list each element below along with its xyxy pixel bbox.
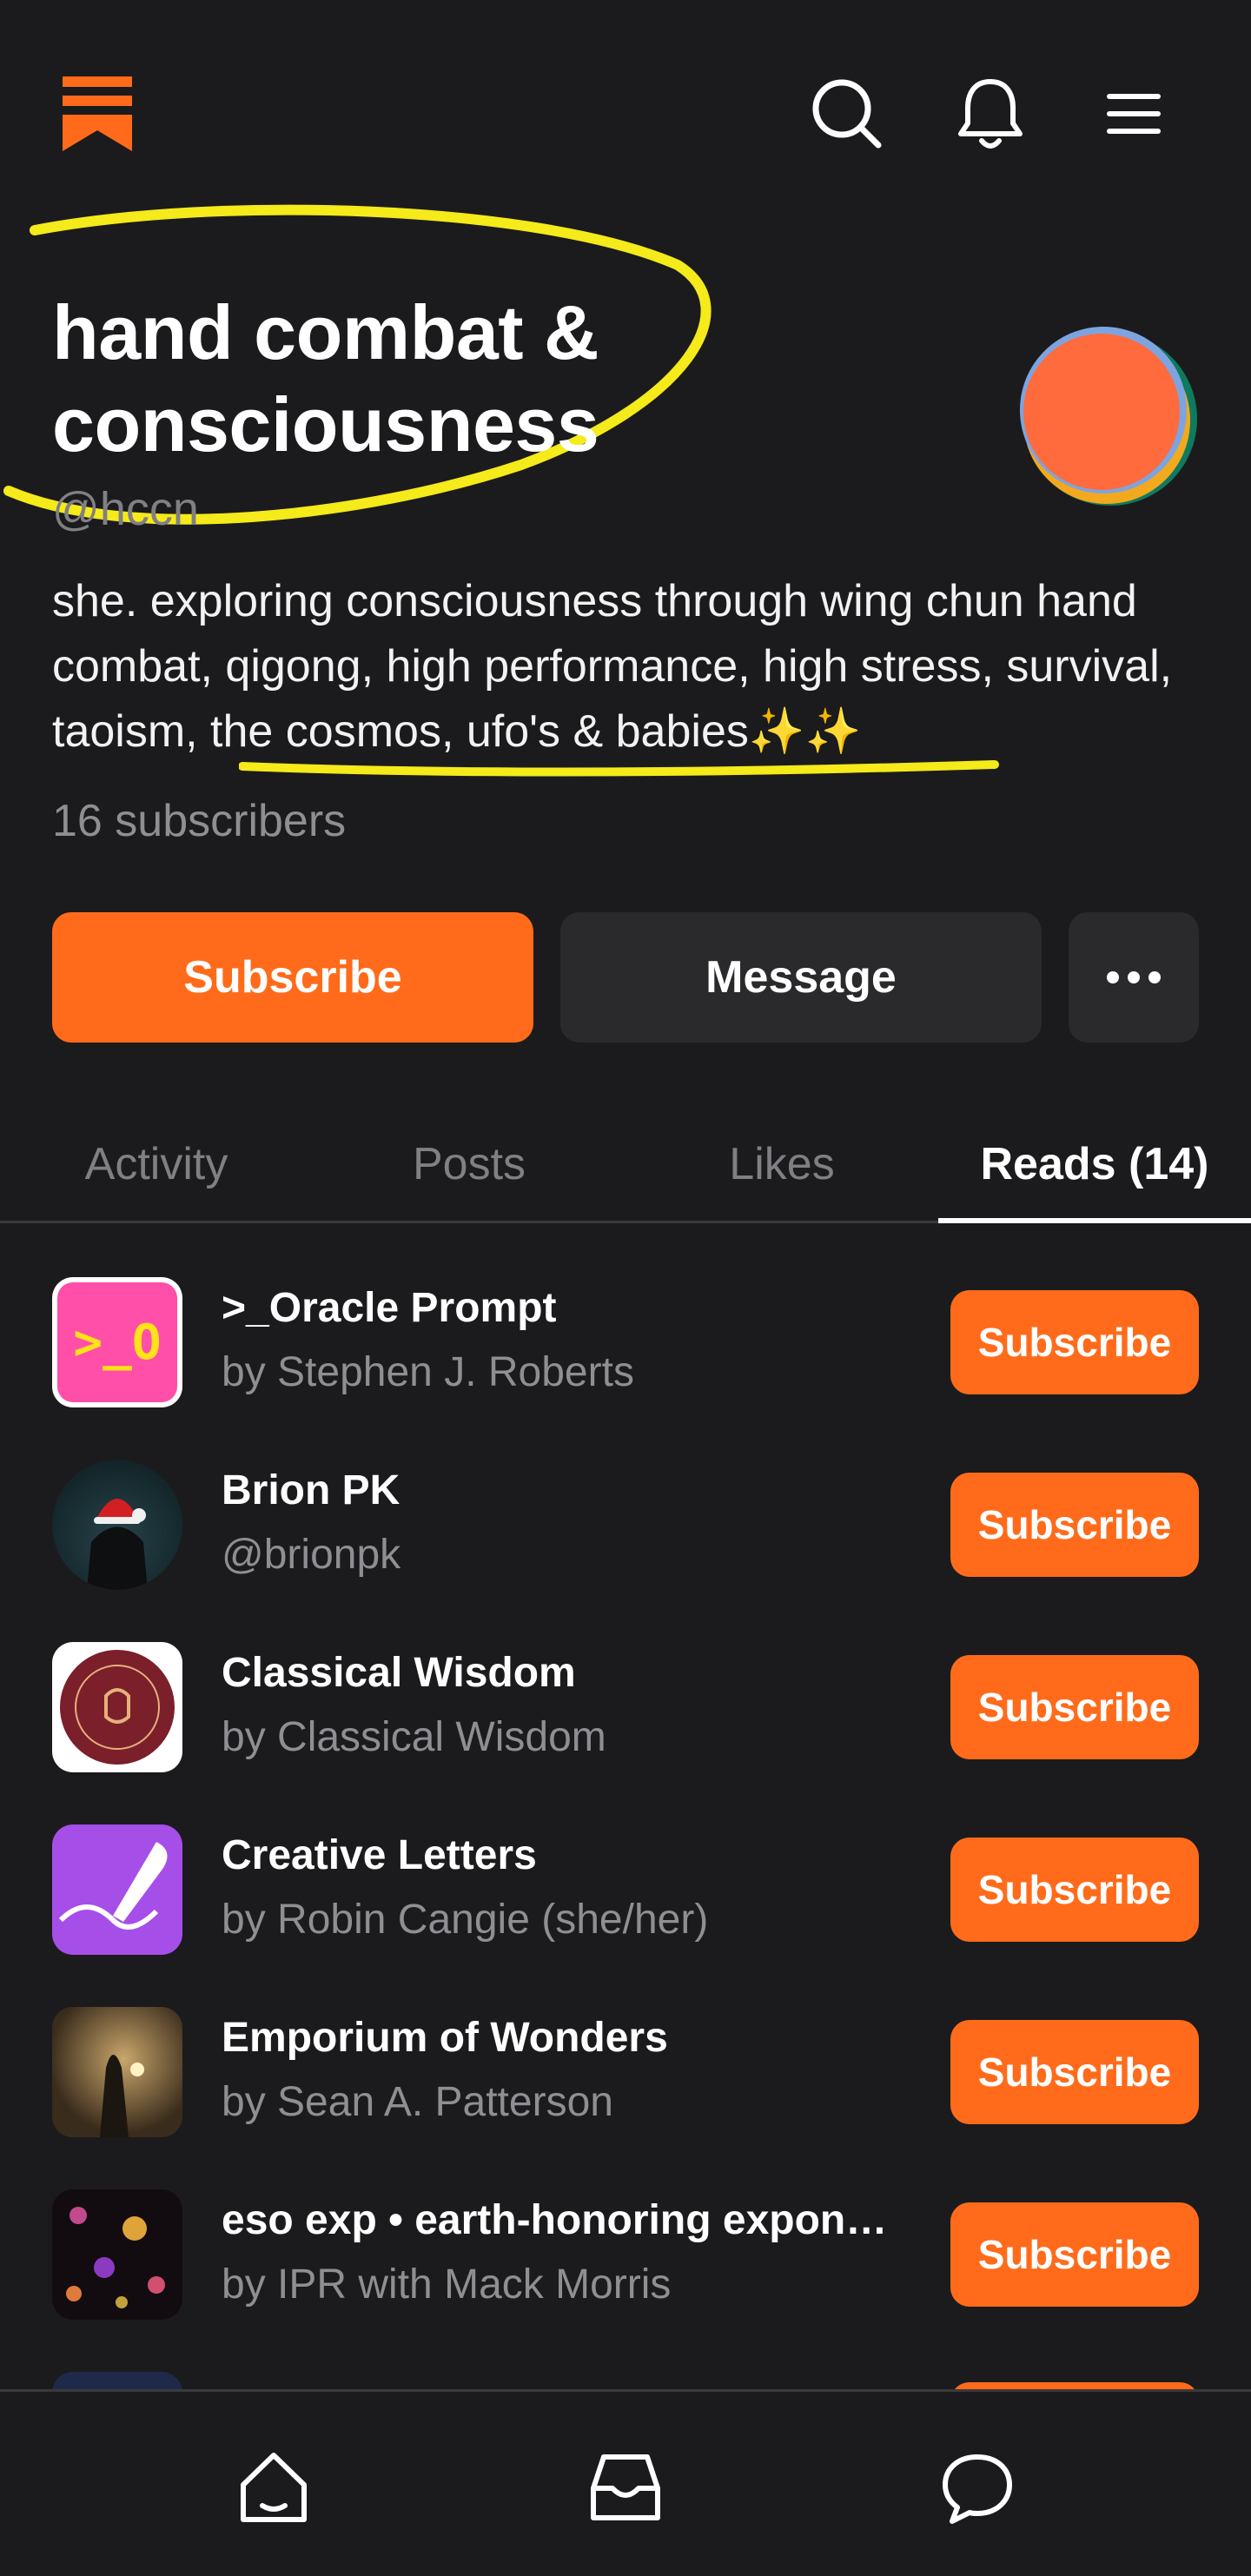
bottom-navigation [0, 2389, 1251, 2576]
inbox-icon[interactable] [582, 2444, 669, 2531]
subscribe-button[interactable]: Subscribe [950, 2202, 1199, 2307]
substack-logo-icon[interactable] [63, 76, 132, 151]
avatar[interactable] [1016, 323, 1199, 506]
subscribe-button[interactable]: Subscribe [950, 1290, 1199, 1394]
subscriber-count: 16 subscribers [52, 796, 347, 846]
publication-author: by Classical Wisdom [222, 1714, 606, 1760]
publication-thumb [52, 1824, 182, 1955]
title-line-1: hand combat & [52, 289, 599, 375]
publication-thumb: >_O [52, 1277, 182, 1407]
publication-title[interactable]: Emporium of Wonders [222, 2014, 908, 2062]
subscribe-button[interactable]: Subscribe [950, 1655, 1199, 1759]
profile-handle: @hccn [52, 483, 199, 535]
publication-title[interactable]: >_Oracle Prompt [222, 1284, 908, 1332]
tab-posts[interactable]: Posts [313, 1129, 626, 1199]
home-icon[interactable] [230, 2444, 317, 2531]
subscribe-button[interactable]: Subscribe [52, 912, 533, 1043]
title-line-2: consciousness [52, 381, 599, 467]
publication-title[interactable]: Classical Wisdom [222, 1649, 908, 1697]
subscribe-button[interactable]: Subscribe [950, 1838, 1199, 1942]
hamburger-menu-icon[interactable] [1095, 75, 1173, 153]
publication-author: by Sean A. Patterson [222, 2079, 613, 2125]
publication-title[interactable]: eso exp • earth-honoring exponent... [222, 2196, 908, 2244]
message-button[interactable]: Message [560, 912, 1042, 1043]
list-item[interactable]: eso exp • earth-honoring exponent... by … [0, 2163, 1251, 2346]
publication-thumb [52, 2189, 182, 2320]
publication-author: by Stephen J. Roberts [222, 1349, 634, 1395]
search-icon[interactable] [808, 75, 886, 153]
page-title: hand combat & consciousness [52, 287, 834, 471]
publication-author: @brionpk [222, 1532, 401, 1578]
tab-reads[interactable]: Reads (14) [938, 1129, 1251, 1199]
list-item[interactable]: Emporium of Wonders by Sean A. Patterson… [0, 1981, 1251, 2163]
tab-activity[interactable]: Activity [0, 1129, 313, 1199]
publication-thumb [52, 1460, 182, 1590]
list-item[interactable]: >_O >_Oracle Prompt by Stephen J. Robert… [0, 1251, 1251, 1434]
publication-title[interactable]: Creative Letters [222, 1831, 908, 1879]
tab-likes[interactable]: Likes [626, 1129, 938, 1199]
subscribe-button[interactable]: Subscribe [950, 2020, 1199, 2124]
more-options-button[interactable] [1069, 912, 1199, 1043]
highlight-underline [239, 760, 999, 777]
bell-icon[interactable] [951, 75, 1029, 153]
subscribe-button[interactable]: Subscribe [950, 1473, 1199, 1577]
publication-author: by Robin Cangie (she/her) [222, 1897, 709, 1943]
list-item[interactable]: Brion PK @brionpk Subscribe [0, 1434, 1251, 1616]
publication-title[interactable]: Brion PK [222, 1467, 908, 1514]
thumb-text: >_O [57, 1282, 177, 1402]
profile-bio: she. exploring consciousness through win… [52, 576, 1173, 757]
list-item[interactable]: Creative Letters by Robin Cangie (she/he… [0, 1798, 1251, 1981]
publication-author: by IPR with Mack Morris [222, 2261, 672, 2308]
list-item[interactable]: Classical Wisdom by Classical Wisdom Sub… [0, 1616, 1251, 1798]
publication-thumb [52, 2007, 182, 2137]
chat-bubble-icon[interactable] [934, 2444, 1021, 2531]
publication-thumb [52, 1642, 182, 1772]
tab-active-indicator [938, 1218, 1251, 1223]
more-horizontal-icon [1107, 971, 1161, 983]
